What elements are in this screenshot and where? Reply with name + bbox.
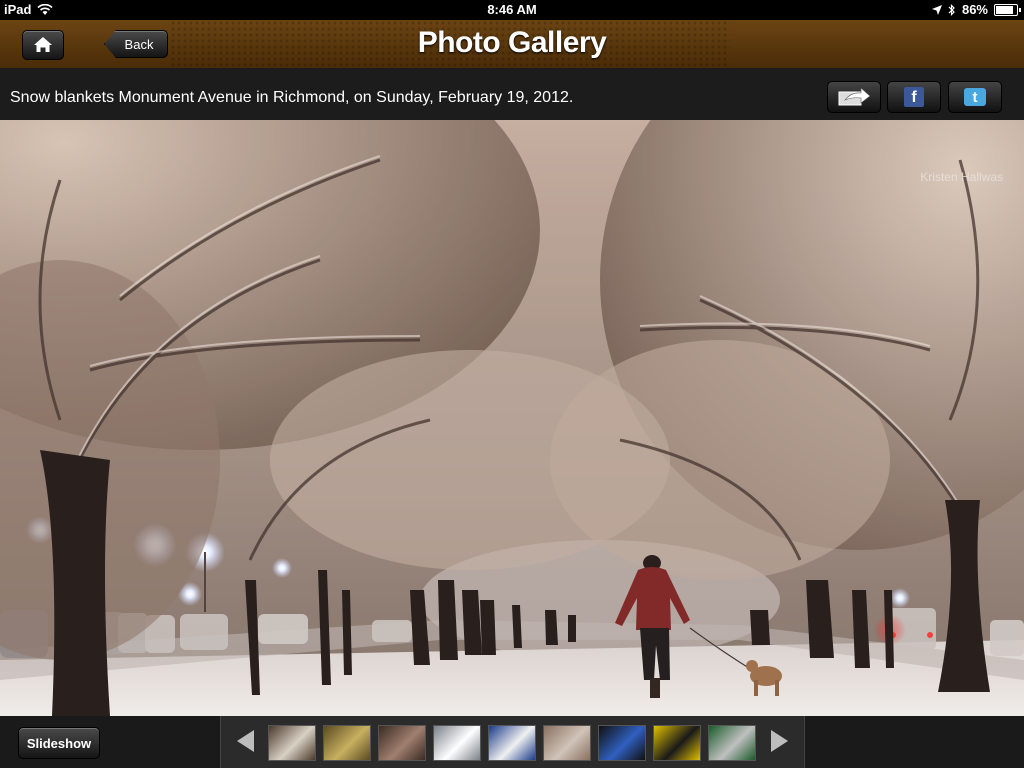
app-header: Back Photo Gallery bbox=[0, 20, 1024, 69]
bluetooth-icon bbox=[948, 3, 955, 16]
slideshow-button[interactable]: Slideshow bbox=[18, 727, 100, 759]
status-bar: iPad 8:46 AM 86% bbox=[0, 0, 1024, 20]
basketball-photo-thumbnail[interactable] bbox=[598, 725, 646, 761]
snow-street-scene bbox=[0, 120, 1024, 716]
forward-arrow-icon bbox=[838, 87, 871, 106]
snowy-street-photo-thumbnail[interactable] bbox=[543, 725, 591, 761]
thumbnail-strip bbox=[220, 716, 805, 768]
email-share-button[interactable] bbox=[827, 81, 881, 113]
twitter-icon: t bbox=[964, 88, 986, 106]
facebook-share-button[interactable]: f bbox=[887, 81, 941, 113]
page-title: Photo Gallery bbox=[417, 26, 607, 59]
bottom-toolbar: Slideshow bbox=[0, 716, 1024, 768]
status-right: 86% bbox=[931, 2, 1021, 17]
photo-credit: Kristen Hallwas bbox=[920, 170, 1003, 184]
battery-percent: 86% bbox=[961, 2, 988, 17]
car-snow-photo-thumbnail[interactable] bbox=[433, 725, 481, 761]
battery-fill bbox=[996, 5, 1014, 14]
caption-bar: Snow blankets Monument Avenue in Richmon… bbox=[0, 68, 1024, 120]
sledding-photo-thumbnail[interactable] bbox=[488, 725, 536, 761]
main-photo[interactable]: Kristen Hallwas bbox=[0, 120, 1024, 716]
crowd-photo-thumbnail[interactable] bbox=[268, 725, 316, 761]
sports-action-photo-thumbnail[interactable] bbox=[653, 725, 701, 761]
previous-arrow-icon[interactable] bbox=[237, 730, 254, 752]
location-arrow-icon bbox=[931, 4, 942, 15]
photo-caption: Snow blankets Monument Avenue in Richmon… bbox=[10, 89, 574, 106]
twitter-share-button[interactable]: t bbox=[948, 81, 1002, 113]
battery-icon bbox=[994, 3, 1021, 16]
band-photo-thumbnail[interactable] bbox=[323, 725, 371, 761]
facebook-icon: f bbox=[904, 87, 924, 107]
next-arrow-icon[interactable] bbox=[771, 730, 788, 752]
team-photo-thumbnail[interactable] bbox=[708, 725, 756, 761]
group-photo-thumbnail[interactable] bbox=[378, 725, 426, 761]
clock: 8:46 AM bbox=[487, 2, 537, 17]
